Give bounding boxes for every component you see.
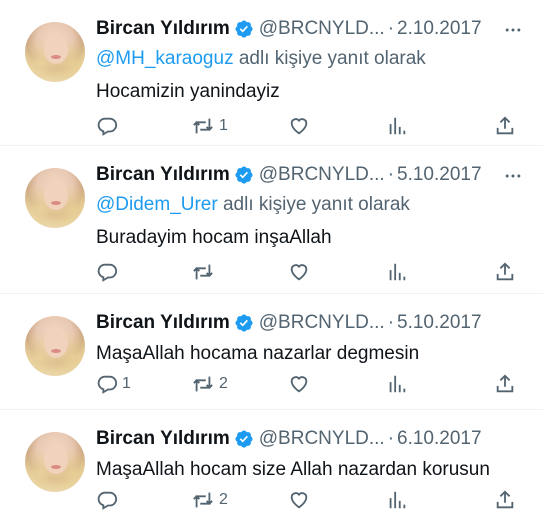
tweet[interactable]: Bircan Yıldırım @BRCNYLD... · 5.10.2017 …: [0, 294, 543, 410]
tweet-actions: 1 2: [96, 370, 521, 398]
reply-button[interactable]: [96, 261, 122, 283]
author-handle[interactable]: @BRCNYLD...: [259, 18, 385, 40]
avatar[interactable]: [25, 316, 85, 376]
views-icon: [389, 491, 406, 509]
separator: ·: [387, 18, 395, 39]
verified-badge-icon: [235, 430, 253, 448]
tweet-text: Hocamizin yanindayiz: [96, 81, 280, 102]
retweet-count: 2: [219, 375, 228, 392]
reply-context: @Didem_Urer adlı kişiye yanıt olarak: [96, 190, 523, 220]
retweet-icon: [193, 118, 213, 134]
retweet-count: 1: [219, 117, 228, 134]
tweet-header: Bircan Yıldırım @BRCNYLD... · 2.10.2017: [96, 14, 523, 44]
tweet-date[interactable]: 5.10.2017: [397, 164, 482, 186]
reply-mention-link[interactable]: @MH_karaoguz: [96, 48, 234, 69]
tweet[interactable]: Bircan Yıldırım @BRCNYLD... · 5.10.2017 …: [0, 146, 543, 294]
share-icon: [496, 116, 514, 135]
reply-suffix: adlı kişiye yanıt olarak: [233, 48, 426, 69]
retweet-icon: [193, 376, 213, 392]
reply-context: @MH_karaoguz adlı kişiye yanıt olarak: [96, 44, 523, 74]
reply-icon: [97, 375, 118, 394]
tweet-text: MaşaAllah hocam size Allah nazardan koru…: [96, 459, 490, 480]
heart-icon: [290, 264, 308, 281]
tweet[interactable]: Bircan Yıldırım @BRCNYLD... · 6.10.2017 …: [0, 410, 543, 529]
more-options-icon[interactable]: [503, 166, 523, 186]
views-icon: [389, 375, 406, 393]
views-button[interactable]: [386, 489, 412, 511]
author-name[interactable]: Bircan Yıldırım: [96, 312, 230, 334]
author-handle[interactable]: @BRCNYLD...: [259, 428, 385, 450]
views-button[interactable]: [386, 261, 412, 283]
separator: ·: [387, 312, 395, 333]
tweet-header: Bircan Yıldırım @BRCNYLD... · 5.10.2017: [96, 160, 523, 190]
tweet-text: MaşaAllah hocama nazarlar degmesin: [96, 343, 420, 364]
reply-mention-link[interactable]: @Didem_Urer: [96, 194, 218, 215]
retweet-button[interactable]: [191, 261, 219, 283]
tweet-feed: Bircan Yıldırım @BRCNYLD... · 2.10.2017 …: [0, 0, 543, 529]
tweet-date[interactable]: 2.10.2017: [397, 18, 482, 40]
like-button[interactable]: [288, 115, 314, 137]
views-icon: [389, 263, 406, 281]
reply-button[interactable]: [96, 489, 122, 511]
author-name[interactable]: Bircan Yıldırım: [96, 18, 230, 40]
retweet-icon: [193, 264, 213, 280]
share-button[interactable]: [494, 373, 516, 395]
tweet-date[interactable]: 5.10.2017: [397, 312, 482, 334]
tweet-actions: [96, 258, 521, 286]
reply-suffix: adlı kişiye yanıt olarak: [217, 194, 410, 215]
reply-count: 1: [122, 375, 131, 392]
views-button[interactable]: [386, 373, 412, 395]
reply-icon: [97, 491, 118, 510]
tweet[interactable]: Bircan Yıldırım @BRCNYLD... · 2.10.2017 …: [0, 0, 543, 146]
reply-icon: [97, 263, 118, 282]
retweet-button[interactable]: 2: [191, 373, 228, 395]
tweet-header: Bircan Yıldırım @BRCNYLD... · 5.10.2017: [96, 308, 523, 338]
like-button[interactable]: [288, 489, 314, 511]
tweet-header: Bircan Yıldırım @BRCNYLD... · 6.10.2017: [96, 424, 523, 454]
author-name[interactable]: Bircan Yıldırım: [96, 164, 230, 186]
verified-badge-icon: [235, 20, 253, 38]
author-name[interactable]: Bircan Yıldırım: [96, 428, 230, 450]
avatar[interactable]: [25, 168, 85, 228]
tweet-actions: 2: [96, 486, 521, 514]
reply-button[interactable]: 1: [96, 373, 131, 395]
like-button[interactable]: [288, 373, 314, 395]
verified-badge-icon: [235, 314, 253, 332]
retweet-button[interactable]: 1: [191, 115, 228, 137]
separator: ·: [387, 164, 395, 185]
share-button[interactable]: [494, 261, 516, 283]
avatar[interactable]: [25, 432, 85, 492]
views-icon: [389, 117, 406, 135]
share-icon: [496, 262, 514, 281]
reply-icon: [97, 117, 118, 136]
retweet-count: 2: [219, 491, 228, 508]
separator: ·: [387, 428, 395, 449]
verified-badge-icon: [235, 166, 253, 184]
heart-icon: [290, 492, 308, 509]
share-button[interactable]: [494, 489, 516, 511]
tweet-date[interactable]: 6.10.2017: [397, 428, 482, 450]
views-button[interactable]: [386, 115, 412, 137]
more-options-icon[interactable]: [503, 20, 523, 40]
share-icon: [496, 374, 514, 393]
heart-icon: [290, 118, 308, 135]
author-handle[interactable]: @BRCNYLD...: [259, 312, 385, 334]
retweet-icon: [193, 492, 213, 508]
retweet-button[interactable]: 2: [191, 489, 228, 511]
tweet-actions: 1: [96, 112, 521, 140]
share-icon: [496, 490, 514, 509]
tweet-text: Buradayim hocam inşaAllah: [96, 227, 332, 248]
share-button[interactable]: [494, 115, 516, 137]
like-button[interactable]: [288, 261, 314, 283]
avatar[interactable]: [25, 22, 85, 82]
reply-button[interactable]: [96, 115, 122, 137]
heart-icon: [290, 376, 308, 393]
author-handle[interactable]: @BRCNYLD...: [259, 164, 385, 186]
